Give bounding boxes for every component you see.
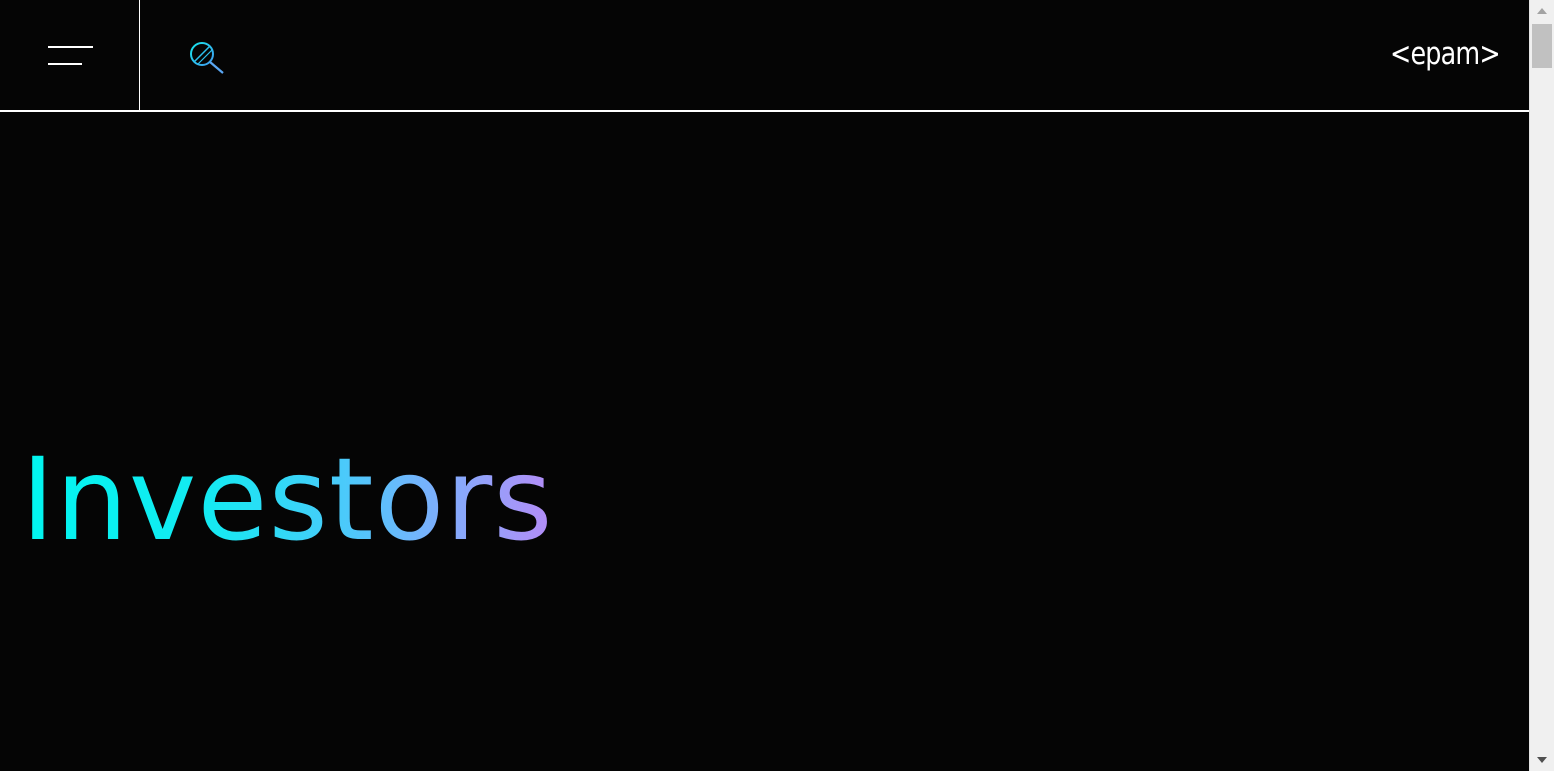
chevron-up-icon <box>1537 8 1547 14</box>
search-button[interactable] <box>184 38 228 78</box>
scroll-up-button[interactable] <box>1530 0 1554 22</box>
page-content: <epam> Investors <box>0 0 1529 771</box>
chevron-down-icon <box>1537 757 1547 763</box>
vertical-scrollbar[interactable] <box>1529 0 1554 771</box>
menu-button[interactable] <box>0 0 140 110</box>
scroll-down-button[interactable] <box>1530 749 1554 771</box>
site-header: <epam> <box>0 0 1529 112</box>
search-icon <box>190 42 224 74</box>
page-title: Investors <box>21 430 554 570</box>
hamburger-menu-icon-bar <box>48 63 82 65</box>
hamburger-menu-icon <box>48 46 93 48</box>
page: <epam> Investors <box>0 0 1554 771</box>
epam-logo[interactable]: <epam> <box>1390 34 1501 78</box>
scrollbar-thumb[interactable] <box>1532 24 1552 68</box>
